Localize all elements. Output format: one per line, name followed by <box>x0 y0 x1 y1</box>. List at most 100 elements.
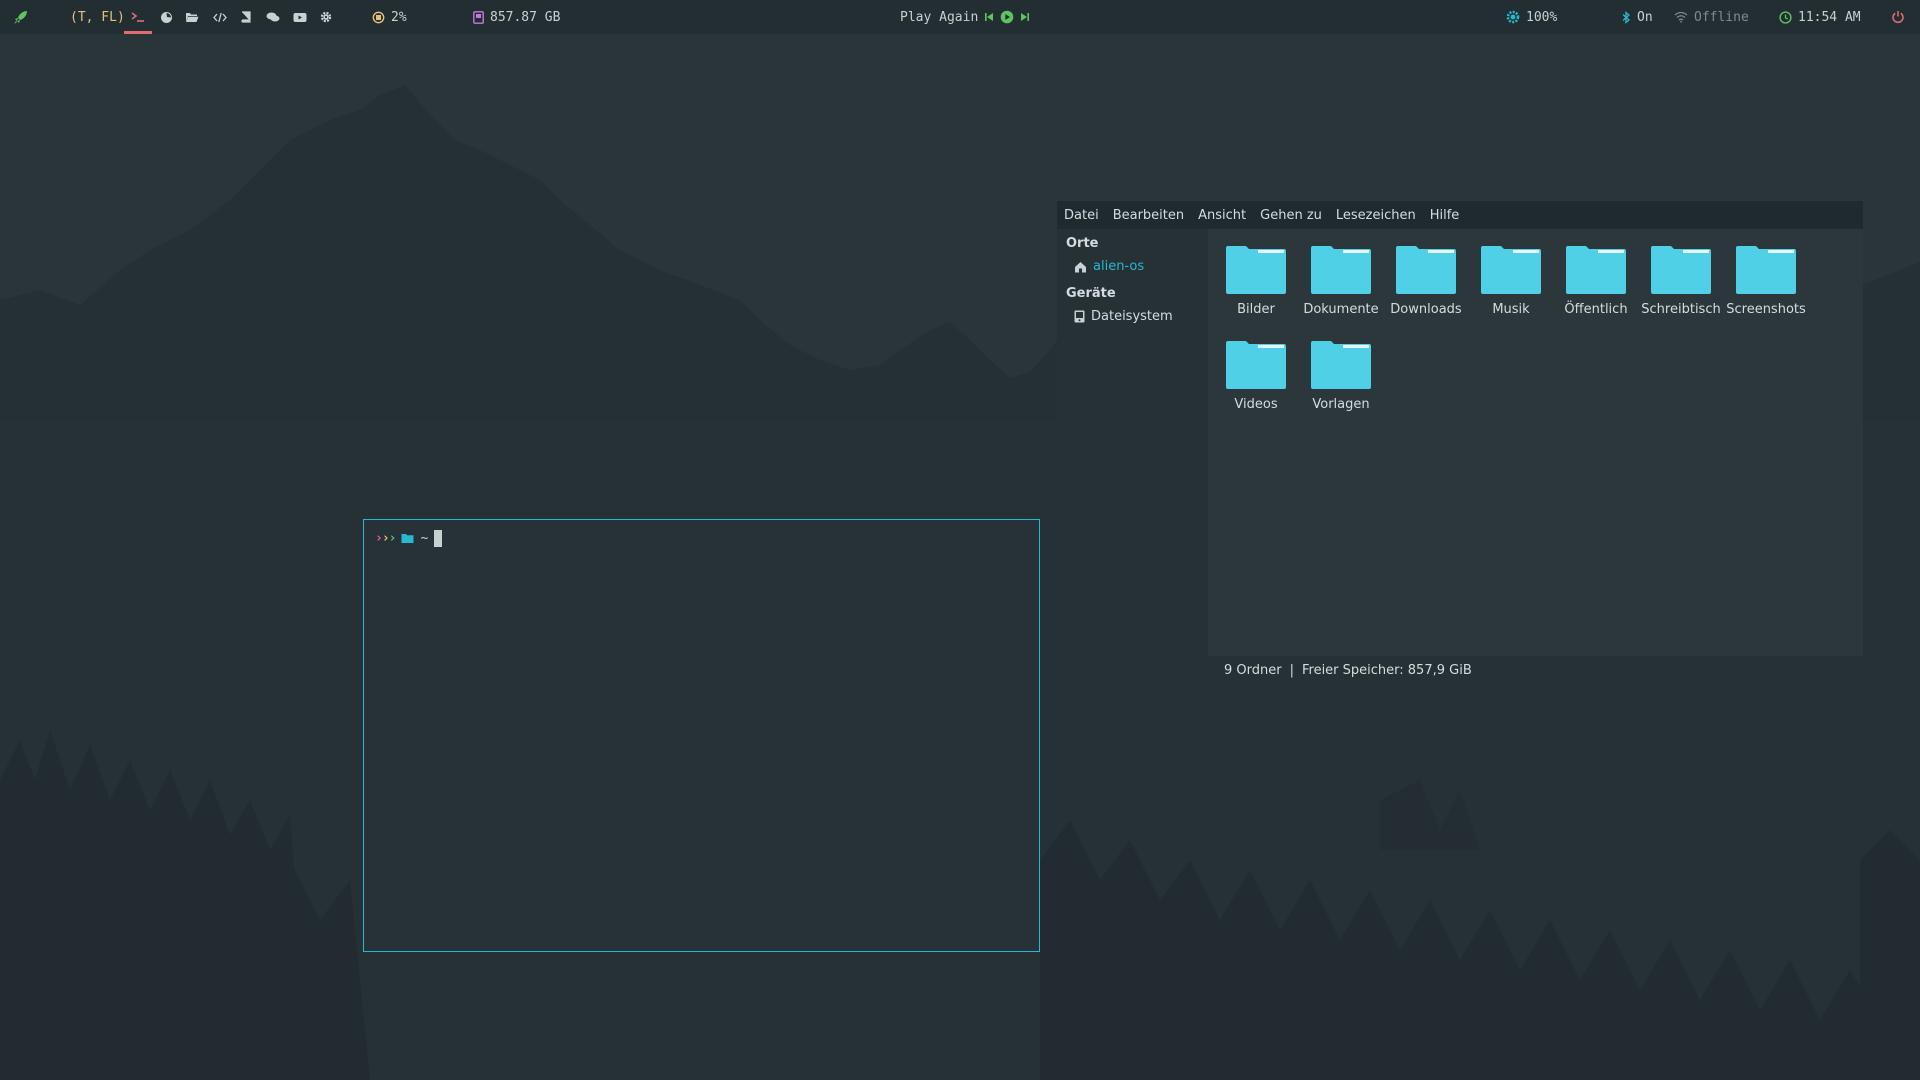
workspace-media[interactable] <box>288 0 312 34</box>
desktop: (T, FL) 2% 857.87 GB Play Again 100% On … <box>0 0 1920 1080</box>
brightness-widget[interactable]: 100% <box>1506 0 1557 34</box>
disk-value: 857.87 GB <box>490 9 561 25</box>
code-icon <box>213 12 227 22</box>
workspace-terminal[interactable] <box>126 0 150 34</box>
folder-item[interactable]: Schreibtisch <box>1638 246 1724 317</box>
rocket-icon <box>14 11 27 24</box>
terminal-cursor <box>434 530 443 547</box>
folder-label: Dokumente <box>1303 302 1379 317</box>
workspace-chat[interactable] <box>261 0 285 34</box>
folder-icon <box>1481 246 1541 294</box>
folder-item[interactable]: Dokumente <box>1298 246 1384 317</box>
disk-widget[interactable]: 857.87 GB <box>473 0 560 34</box>
folder-label: Screenshots <box>1726 302 1806 317</box>
workspace-code[interactable] <box>208 0 232 34</box>
clock-icon <box>1779 10 1792 24</box>
skip-previous-icon <box>985 13 994 21</box>
previous-track-button[interactable] <box>984 12 994 22</box>
menu-bar: Datei Bearbeiten Ansicht Gehen zu Leseze… <box>1057 201 1863 229</box>
workspace-settings[interactable] <box>314 0 338 34</box>
folder-item[interactable]: Screenshots <box>1723 246 1809 317</box>
launcher-button[interactable] <box>12 0 30 34</box>
workspace-files[interactable] <box>180 0 204 34</box>
folder-open-icon <box>186 12 199 22</box>
menu-hilfe[interactable]: Hilfe <box>1430 208 1460 223</box>
clock-widget[interactable]: 11:54 AM <box>1779 0 1861 34</box>
youtube-icon <box>293 12 307 22</box>
sidebar-item-filesystem[interactable]: Dateisystem <box>1074 309 1173 324</box>
bluetooth-icon <box>1622 10 1630 24</box>
folder-label: Vorlagen <box>1312 397 1370 412</box>
cpu-value: 2% <box>391 9 407 25</box>
free-space: Freier Speicher: 857,9 GiB <box>1301 662 1472 678</box>
skip-next-icon <box>1021 13 1030 21</box>
media-widget: Play Again <box>900 0 1030 34</box>
cpu-widget[interactable]: 2% <box>372 0 407 34</box>
wifi-value: Offline <box>1694 9 1749 25</box>
menu-datei[interactable]: Datei <box>1064 208 1099 223</box>
places-heading: Orte <box>1066 236 1099 251</box>
workspace-browser[interactable] <box>154 0 178 34</box>
bluetooth-value: On <box>1637 9 1653 25</box>
folder-icon <box>401 534 414 543</box>
play-circle-icon <box>1000 10 1014 24</box>
bluetooth-widget[interactable]: On <box>1622 0 1653 34</box>
next-track-button[interactable] <box>1020 12 1030 22</box>
active-workspace-indicator <box>124 31 152 34</box>
menu-ansicht[interactable]: Ansicht <box>1198 208 1246 223</box>
terminal-icon <box>131 12 144 22</box>
clock-value: 11:54 AM <box>1798 9 1861 25</box>
folder-item[interactable]: Musik <box>1468 246 1554 317</box>
folder-item[interactable]: Öffentlich <box>1553 246 1639 317</box>
brightness-icon <box>1506 10 1520 24</box>
cpu-icon <box>372 11 385 23</box>
sidebar-item-home[interactable]: alien-os <box>1074 259 1144 274</box>
media-title: Play Again <box>900 9 979 25</box>
folder-label: Öffentlich <box>1564 302 1628 317</box>
folder-icon <box>1566 246 1626 294</box>
chat-icon <box>266 12 280 22</box>
folder-icon <box>1226 246 1286 294</box>
menu-bearbeiten[interactable]: Bearbeiten <box>1113 208 1184 223</box>
side-pane: Orte alien-os Geräte Dateisystem <box>1057 229 1208 684</box>
settings-icon <box>320 11 332 23</box>
wifi-off-icon <box>1674 11 1688 23</box>
folder-item[interactable]: Vorlagen <box>1298 341 1384 412</box>
terminal-window[interactable]: ››› ~ <box>363 519 1040 952</box>
folder-icon <box>1736 246 1796 294</box>
sidebar-item-label: Dateisystem <box>1091 309 1173 324</box>
play-button[interactable] <box>1000 10 1014 24</box>
menu-lesezeichen[interactable]: Lesezeichen <box>1336 208 1416 223</box>
folder-icon <box>1311 246 1371 294</box>
folder-label: Schreibtisch <box>1641 302 1721 317</box>
folder-item[interactable]: Videos <box>1213 341 1299 412</box>
power-button[interactable] <box>1891 0 1905 34</box>
folder-icon <box>1226 341 1286 389</box>
firefox-icon <box>160 11 172 23</box>
folder-label: Musik <box>1492 302 1530 317</box>
brightness-value: 100% <box>1526 9 1558 25</box>
workspace-notes[interactable] <box>234 0 258 34</box>
folder-icon <box>1396 246 1456 294</box>
home-icon <box>1075 261 1086 272</box>
folder-count: 9 Ordner <box>1224 662 1282 678</box>
status-divider: | <box>1289 662 1294 678</box>
folder-item[interactable]: Downloads <box>1383 246 1469 317</box>
top-bar: (T, FL) 2% 857.87 GB Play Again 100% On … <box>0 0 1920 34</box>
disk-icon <box>473 10 484 24</box>
folder-label: Bilder <box>1237 302 1275 317</box>
prompt-path: ~ <box>420 531 429 546</box>
prompt-chevron-green: › <box>388 531 397 546</box>
menu-gehen-zu[interactable]: Gehen zu <box>1260 208 1322 223</box>
wifi-widget[interactable]: Offline <box>1674 0 1749 34</box>
folder-label: Videos <box>1234 397 1278 412</box>
file-manager-window: Datei Bearbeiten Ansicht Gehen zu Leseze… <box>1057 201 1863 684</box>
prompt-chevron-yellow: › <box>381 531 390 546</box>
drive-icon <box>1074 310 1085 323</box>
folder-item[interactable]: Bilder <box>1213 246 1299 317</box>
sidebar-item-label: alien-os <box>1093 259 1145 274</box>
status-bar: 9 Ordner | Freier Speicher: 857,9 GiB <box>1208 656 1863 684</box>
devices-heading: Geräte <box>1066 286 1116 301</box>
layout-indicator[interactable]: (T, FL) <box>70 0 125 34</box>
folder-view[interactable]: Bilder Dokumente Downloads Musik Öffentl… <box>1208 229 1863 656</box>
